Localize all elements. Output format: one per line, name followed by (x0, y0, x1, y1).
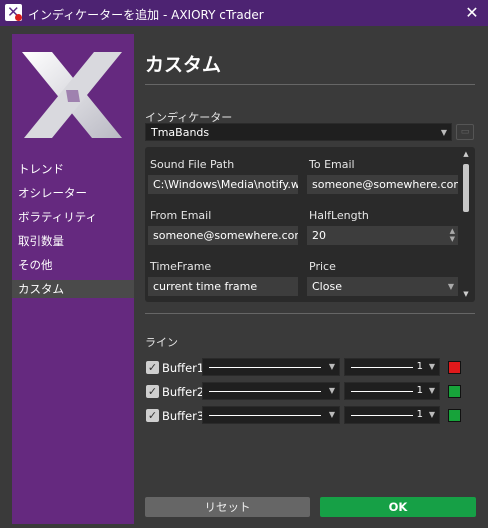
param-label-timeframe: TimeFrame (150, 260, 212, 273)
sidebar-item-volatility[interactable]: ボラティリティ (12, 208, 134, 226)
halflength-stepper[interactable]: 20 ▲ ▼ (307, 226, 458, 245)
buffer2-color-swatch[interactable] (448, 385, 461, 398)
price-select[interactable]: Close ▼ (307, 277, 458, 296)
sidebar: トレンド オシレーター ボラティリティ 取引数量 その他 カスタム (12, 34, 134, 524)
sidebar-item-oscillator[interactable]: オシレーター (12, 184, 134, 202)
param-label-to-email: To Email (309, 158, 355, 171)
lines-label: ライン (145, 336, 178, 349)
buffer2-line-style-select[interactable]: ▼ (202, 382, 340, 400)
app-logo-icon: ✕ (5, 3, 22, 21)
buffer1-checkbox[interactable]: ✓ (146, 361, 159, 374)
price-value: Close (312, 280, 342, 293)
sidebar-item-trend[interactable]: トレンド (12, 160, 134, 178)
scroll-down-icon[interactable]: ▼ (462, 290, 470, 298)
buffer2-thickness-select[interactable]: 1 ▼ (344, 382, 440, 400)
param-label-price: Price (309, 260, 336, 273)
param-label-from-email: From Email (150, 209, 212, 222)
chevron-down-icon: ▼ (428, 362, 435, 371)
buffer3-line-style-select[interactable]: ▼ (202, 406, 340, 424)
to-email-input[interactable]: someone@somewhere.com (307, 175, 458, 194)
buffer3-label: Buffer3 (162, 409, 205, 423)
chevron-down-icon: ▼ (328, 410, 335, 419)
chevron-down-icon: ▼ (440, 128, 447, 137)
close-icon[interactable]: ✕ (456, 0, 488, 26)
buffer1-color-swatch[interactable] (448, 361, 461, 374)
window-title: インディケーターを追加 - AXIORY cTrader (28, 8, 264, 22)
param-label-sound-file-path: Sound File Path (150, 158, 235, 171)
chevron-down-icon: ▼ (428, 386, 435, 395)
sidebar-item-volume[interactable]: 取引数量 (12, 232, 134, 250)
buffer1-line-style-select[interactable]: ▼ (202, 358, 340, 376)
buffer3-thickness-select[interactable]: 1 ▼ (344, 406, 440, 424)
reset-button[interactable]: リセット (145, 497, 310, 517)
divider (145, 313, 475, 314)
indicator-value: TmaBands (151, 126, 210, 139)
from-email-input[interactable]: someone@somewhere.com (148, 226, 298, 245)
buffer2-label: Buffer2 (162, 385, 205, 399)
buffer3-checkbox[interactable]: ✓ (146, 409, 159, 422)
halflength-value: 20 (312, 229, 326, 242)
buffer2-checkbox[interactable]: ✓ (146, 385, 159, 398)
camera-icon[interactable]: ▭ (456, 124, 474, 140)
buffer1-label: Buffer1 (162, 361, 205, 375)
timeframe-input[interactable]: current time frame (148, 277, 298, 296)
sidebar-item-other[interactable]: その他 (12, 256, 134, 274)
title-bar: ✕ インディケーターを追加 - AXIORY cTrader ✕ (0, 0, 488, 26)
stepper-arrows-icon[interactable]: ▲ ▼ (450, 227, 455, 243)
indicator-select[interactable]: TmaBands ▼ (145, 123, 452, 141)
buffer3-color-swatch[interactable] (448, 409, 461, 422)
chevron-down-icon: ▼ (328, 362, 335, 371)
divider (145, 84, 475, 85)
sidebar-item-custom[interactable]: カスタム (12, 280, 134, 298)
chevron-down-icon: ▼ (428, 410, 435, 419)
chevron-down-icon: ▼ (447, 282, 454, 291)
sound-file-path-input[interactable]: C:\Windows\Media\notify.wav (148, 175, 298, 194)
axiory-logo (22, 52, 122, 138)
chevron-down-icon: ▼ (328, 386, 335, 395)
parameters-scrollbar[interactable]: ▲ ▼ (462, 150, 470, 298)
param-label-halflength: HalfLength (309, 209, 369, 222)
ok-button[interactable]: OK (320, 497, 476, 517)
scroll-up-icon[interactable]: ▲ (462, 150, 470, 158)
page-title: カスタム (145, 54, 222, 76)
scrollbar-thumb[interactable] (463, 164, 469, 212)
buffer1-thickness-select[interactable]: 1 ▼ (344, 358, 440, 376)
